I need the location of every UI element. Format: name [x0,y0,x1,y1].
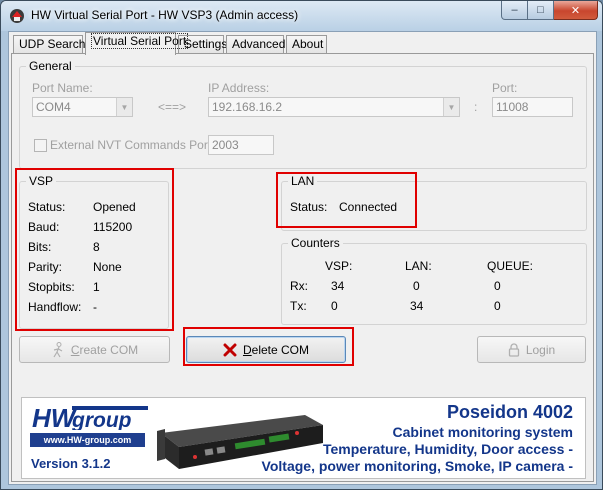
ip-address-value: 192.168.16.2 [212,100,283,114]
minimize-button[interactable]: – [501,1,528,20]
nvt-label: External NVT Commands Port: [50,138,215,152]
vsp-group: VSP Status: Opened Baud: 115200 Bits: 8 … [19,174,169,329]
tab-label: Advanced [232,37,286,51]
counters-col-queue: QUEUE: [487,259,534,273]
counters-rx-lan: 0 [413,279,420,293]
vsp-stopbits-value: 1 [93,280,100,294]
port-name-value: COM4 [36,100,71,114]
product-line-2: Temperature, Humidity, Door access - [323,441,573,457]
port-label: Port: [492,81,518,95]
counters-rx-queue: 0 [494,279,501,293]
lan-status-value: Connected [339,200,398,214]
counters-tx-queue: 0 [494,299,501,313]
delete-com-text: elete COM [251,342,310,357]
general-group: General Port Name: COM4 ▼ <==> IP Addres… [19,59,587,169]
counters-tx-vsp: 0 [331,299,338,313]
counters-group: Counters VSP: LAN: QUEUE: Rx: 34 0 0 Tx:… [281,236,587,325]
vsp-group-label: VSP [26,174,57,188]
counters-tx-lan: 34 [410,299,424,313]
close-button[interactable]: ✕ [554,1,598,20]
tab-label: Virtual Serial Port [91,33,189,49]
vsp-stopbits-label: Stopbits: [28,280,75,294]
general-group-label: General [26,59,75,73]
tab-label: Settings [184,37,228,51]
port-name-combo[interactable]: COM4 ▼ [32,97,133,117]
app-window: HW Virtual Serial Port - HW VSP3 (Admin … [0,0,603,490]
logo-group-text: group [71,409,132,430]
tab-about[interactable]: About [286,35,327,54]
padlock-icon [508,342,519,357]
counters-col-vsp: VSP: [325,259,353,273]
tab-advanced[interactable]: Advanced [226,35,286,54]
vsp-baud-label: Baud: [28,220,60,234]
chevron-down-icon[interactable]: ▼ [116,98,132,116]
logo-hw-text: HW [32,406,78,430]
port-field[interactable]: 11008 [492,97,573,117]
lan-status-label: Status: [290,200,328,214]
counters-col-lan: LAN: [405,259,432,273]
product-title: Poseidon 4002 [446,402,573,422]
delete-com-button[interactable]: Delete COM [186,336,346,363]
vsp-bits-label: Bits: [28,240,52,254]
minimize-icon: – [511,4,518,16]
create-com-text: reate COM [79,342,139,357]
counters-rx-vsp: 34 [331,279,345,293]
product-banner[interactable]: HW group www.HW-group.com Version 3.1.2 [21,397,586,479]
walking-person-icon [53,341,63,357]
tab-virtual-serial-port[interactable]: Virtual Serial Port [85,32,189,55]
create-com-button[interactable]: Create COM [19,336,170,363]
port-name-label: Port Name: [32,81,93,95]
product-line-3: Voltage, power monitoring, Smoke, IP cam… [261,458,573,474]
maximize-button[interactable]: □ [528,1,554,20]
window-title: HW Virtual Serial Port - HW VSP3 (Admin … [31,8,299,22]
counters-tx-label: Tx: [290,299,307,313]
delete-com-mnemonic: D [242,342,252,357]
product-line-1: Cabinet monitoring system [392,424,573,440]
ip-address-combo[interactable]: 192.168.16.2 ▼ [208,97,460,117]
chevron-down-icon[interactable]: ▼ [443,98,459,116]
hw-group-url: www.HW-group.com [30,433,145,447]
tab-label: UDP Search [19,37,86,51]
delete-com-label: Delete COM [243,343,309,357]
title-bar[interactable]: HW Virtual Serial Port - HW VSP3 (Admin … [1,1,602,31]
counters-rx-label: Rx: [290,279,308,293]
hw-app-icon [10,9,24,23]
vsp-handflow-label: Handflow: [28,300,82,314]
direction-arrow-label: <==> [158,100,187,114]
red-x-icon [223,343,237,356]
vsp-status-value: Opened [93,200,136,214]
vsp-handflow-value: - [93,300,97,314]
vsp-status-label: Status: [28,200,66,214]
tab-label: About [292,37,324,51]
hw-group-logo: HW group [30,406,150,430]
client-area: UDP Search Virtual Serial Port Settings … [8,31,597,485]
vsp-parity-label: Parity: [28,260,63,274]
version-label: Version 3.1.2 [31,456,111,471]
window-controls: – □ ✕ [501,1,598,21]
login-button[interactable]: Login [477,336,586,363]
tab-udp-search[interactable]: UDP Search [13,35,86,54]
close-icon: ✕ [570,4,581,17]
lan-group-label: LAN [288,174,318,188]
vsp-baud-value: 115200 [93,220,133,234]
login-label: Login [525,342,556,357]
tab-page-virtual-serial-port: General Port Name: COM4 ▼ <==> IP Addres… [11,53,594,482]
port-separator: : [474,100,478,114]
nvt-port-field[interactable]: 2003 [208,135,274,155]
port-value: 11008 [496,100,529,114]
nvt-checkbox[interactable] [34,139,47,152]
nvt-port-value: 2003 [212,138,239,152]
maximize-icon: □ [537,4,544,16]
lan-group: LAN Status: Connected [281,174,587,231]
create-com-label: Create COM [71,343,138,357]
counters-group-label: Counters [288,236,343,250]
vsp-parity-value: None [93,260,122,274]
vsp-bits-value: 8 [93,240,100,254]
ip-address-label: IP Address: [208,81,270,95]
